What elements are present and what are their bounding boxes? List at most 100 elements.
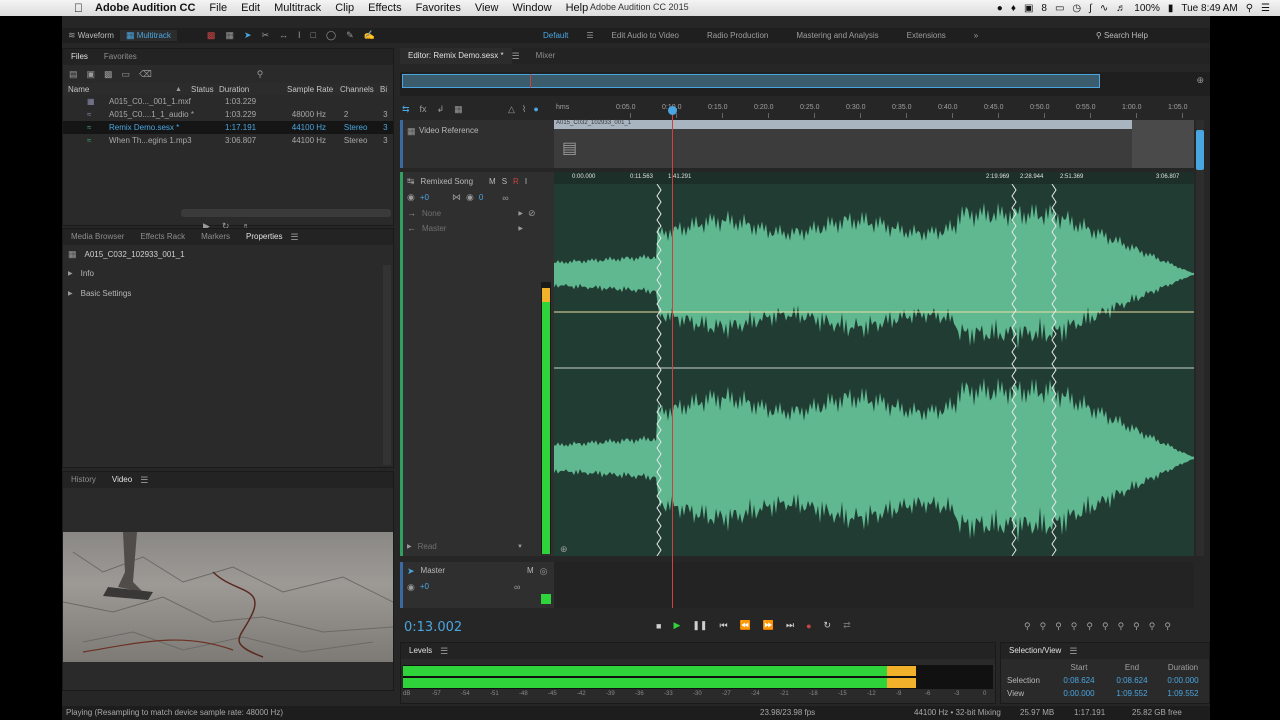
file-row[interactable]: ≈ A015_C0....1_1_audio * 1:03.229 48000 Hz 2… [63,108,393,121]
menu-effects[interactable]: Effects [361,2,408,14]
col-channels[interactable]: Channels [340,85,380,94]
playhead-handle[interactable] [668,106,677,115]
menu-clip[interactable]: Clip [328,2,361,14]
master-track-name[interactable]: Master [421,566,445,577]
selection-end[interactable]: 0:08.624 [1107,676,1157,685]
volume-knob-icon[interactable]: ◉ [407,582,415,593]
view-start[interactable]: 0:00.000 [1051,689,1107,698]
col-status[interactable]: Status [191,85,219,94]
selection-start[interactable]: 0:08.624 [1051,676,1107,685]
zoom-in-time-icon[interactable]: ⚲ [1055,621,1062,632]
clock[interactable]: Tue 8:49 AM [1181,3,1237,14]
menu-edit[interactable]: Edit [234,2,267,14]
workspace-extensions[interactable]: Extensions [893,28,960,43]
panel-menu-icon[interactable]: ☰ [1069,646,1077,657]
waveform-mode-button[interactable]: ≋ Waveform [62,30,120,41]
properties-scrollbar[interactable] [383,265,391,465]
time-selection-tool-icon[interactable]: I [298,30,301,41]
master-mute-button[interactable]: M [527,566,534,577]
section-info[interactable]: ▶ Info [63,263,393,283]
tab-history[interactable]: History [63,472,104,488]
view-range-bar[interactable] [402,74,1100,88]
workspace-default[interactable]: Default [529,28,582,43]
workspace-edit-audio-to-video[interactable]: Edit Audio to Video [598,28,693,43]
inputs-outputs-icon[interactable]: ⇆ [402,104,410,115]
current-timecode[interactable]: 0:13.002 [404,620,462,635]
link-icon[interactable]: ∞ [514,582,520,593]
zoom-all-tracks-icon[interactable]: ⚲ [1164,621,1171,632]
input-disabled-icon[interactable]: ⊘ [528,208,536,219]
view-end[interactable]: 1:09.552 [1107,689,1157,698]
brush-tool-icon[interactable]: ✎ [346,30,354,41]
spotlight-icon[interactable]: ⚲ [1246,3,1253,14]
files-hscrollbar[interactable] [181,209,391,217]
eq-icon[interactable]: ▦ [454,104,463,115]
mute-button[interactable]: M [489,177,496,186]
tab-markers[interactable]: Markers [193,229,238,245]
link-icon[interactable]: ∞ [502,193,508,203]
col-bits[interactable]: Bi [380,85,390,94]
file-row[interactable]: ≈ Remix Demo.sesx * 1:17.191 44100 Hz Stereo… [63,121,393,134]
audio-track-lane[interactable]: 0:00.000 0:11.563 1:41.291 2:19.969 2:28.944… [554,172,1194,556]
video-track-header[interactable]: ▦ Video Reference [400,120,554,168]
section-basic-settings[interactable]: ▶ Basic Settings [63,283,393,303]
lock-icon[interactable]: ● [533,104,538,115]
tab-effects-rack[interactable]: Effects Rack [132,229,193,245]
master-volume-value[interactable]: +0 [420,582,429,593]
pan-knob-icon[interactable]: ◉ [466,192,474,203]
play-button[interactable]: ▶ [673,620,680,631]
video-clip[interactable]: A015_C032_102933_001_1 ▤ [554,120,1132,168]
tab-levels[interactable]: Levels [401,643,440,659]
timeline-ruler[interactable]: hms0:05.00:10.00:15.00:20.00:25.00:30.00… [554,102,1194,118]
zoom-track-icon[interactable]: ⚲ [1149,621,1156,632]
zoom-in-amplitude-icon[interactable]: ⚲ [1024,621,1031,632]
fx-icon[interactable]: fx [420,104,427,115]
snap-icon[interactable]: ⌇ [522,104,526,115]
panel-menu-icon[interactable]: ☰ [140,475,148,486]
zoom-out-full-icon[interactable]: ⚲ [1086,621,1093,632]
zoom-in-point-icon[interactable]: ⚲ [1102,621,1109,632]
bluetooth-icon[interactable]: ∫ [1089,3,1092,14]
battery-icon[interactable]: ▮ [1168,3,1174,14]
import-file-icon[interactable]: ▣ [87,69,96,80]
stop-button[interactable]: ■ [656,621,661,631]
tab-mixer[interactable]: Mixer [528,48,564,64]
open-file-icon[interactable]: ▤ [69,69,78,80]
panel-menu-icon[interactable]: ☰ [440,646,448,657]
dropbox-icon[interactable]: ♦ [1011,3,1016,14]
view-duration[interactable]: 1:09.552 [1157,689,1209,698]
move-tool-icon[interactable]: ➤ [244,30,252,41]
col-sample-rate[interactable]: Sample Rate [287,85,340,94]
col-duration[interactable]: Duration [219,85,287,94]
tracks-vscrollbar[interactable] [1196,120,1204,556]
metronome-icon[interactable]: △ [508,104,515,115]
status-icon[interactable]: ● [997,3,1003,14]
vscroll-thumb[interactable] [1196,130,1204,170]
volume-icon[interactable]: ♬ [1116,3,1126,14]
video-track-lane[interactable]: A015_C032_102933_001_1 ▤ [554,120,1194,168]
marquee-tool-icon[interactable]: □ [311,30,316,41]
zoom-crosshair-icon[interactable]: ⊕ [1196,75,1204,86]
new-file-icon[interactable]: ▩ [104,69,113,80]
tab-media-browser[interactable]: Media Browser [63,229,132,245]
volume-value[interactable]: +0 [420,193,429,202]
menu-list-icon[interactable]: ☰ [1261,3,1270,14]
insert-icon[interactable]: ▭ [122,69,131,80]
razor-tool-icon[interactable]: ✂ [262,30,270,41]
apple-icon[interactable]:  [74,1,88,15]
zoom-navigator[interactable]: ⊕ [400,72,1210,96]
workspace-menu-icon[interactable]: ☰ [582,28,597,43]
skip-selection-button[interactable]: ⇄ [843,620,851,631]
fast-forward-button[interactable]: ⏩ [763,620,774,631]
multitrack-mode-button[interactable]: ▦ Multitrack [119,30,177,41]
panel-menu-icon[interactable]: ☰ [290,232,298,243]
notification-icon[interactable]: ▣ [1024,3,1033,14]
menu-file[interactable]: File [202,2,234,14]
tab-files[interactable]: Files [63,49,96,65]
menu-favorites[interactable]: Favorites [409,2,468,14]
output-row[interactable]: ← Master ▶ [407,223,523,233]
go-to-start-button[interactable]: ⏮ [719,620,727,631]
loop-button[interactable]: ↻ [824,620,832,631]
monitor-input-button[interactable]: I [525,177,527,186]
input-row[interactable]: → None ▶ [407,208,523,218]
